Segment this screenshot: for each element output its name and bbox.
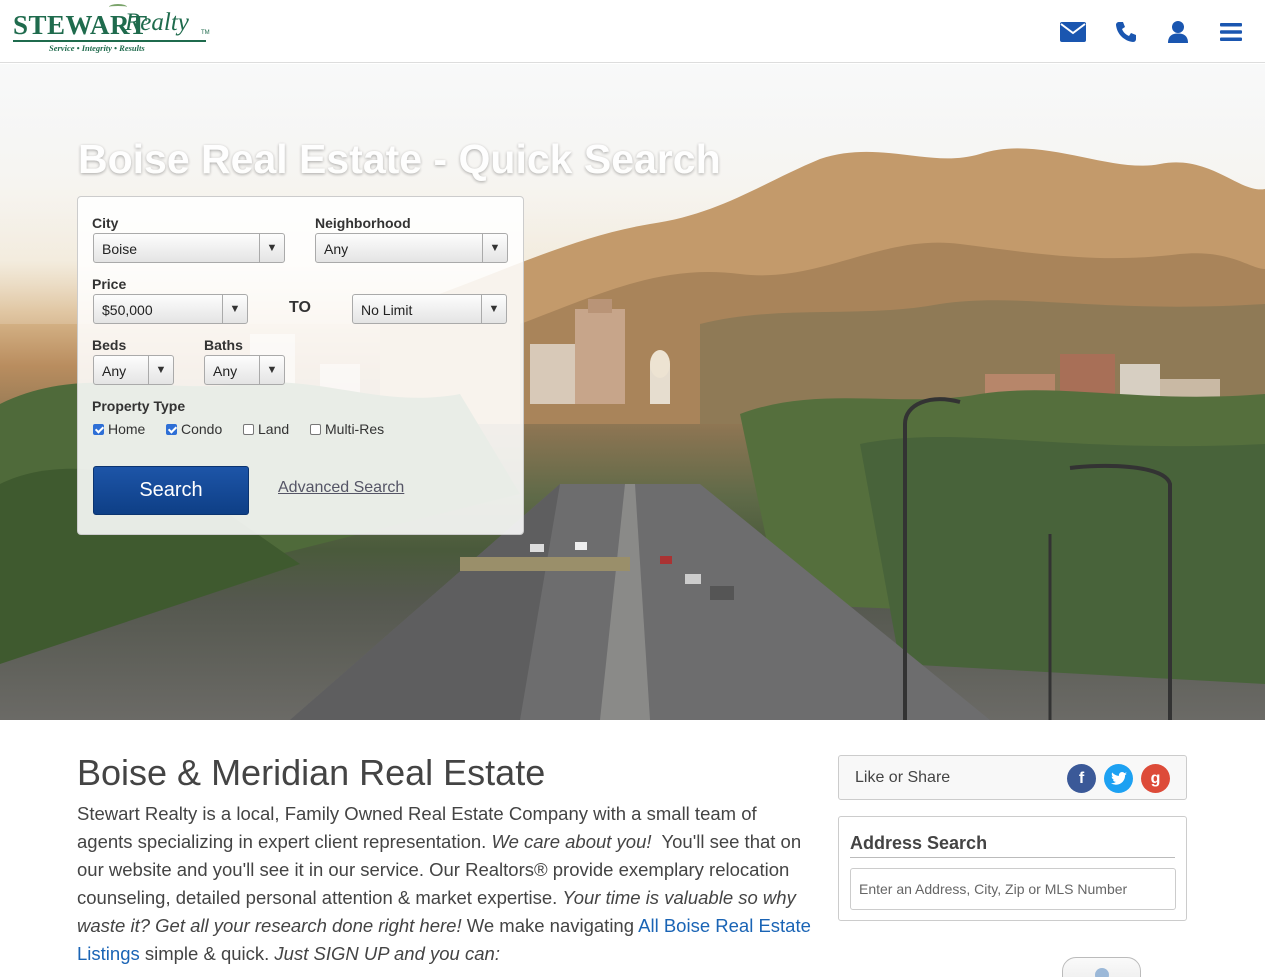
share-label: Like or Share [855,769,951,786]
hero-title: Boise Real Estate - Quick Search [78,136,721,182]
checkbox-unchecked-icon [243,423,254,435]
price-label: Price [92,276,127,292]
checkbox-unchecked-icon [310,423,321,435]
chevron-down-icon: ▼ [482,234,507,262]
page-title: Boise & Meridian Real Estate [77,752,546,793]
envelope-icon[interactable] [1059,18,1087,46]
logo-trademark: TM [201,30,210,36]
chevron-down-icon: ▼ [481,295,506,323]
facebook-icon[interactable]: f [1067,764,1096,793]
price-min-select[interactable]: $50,000 ▼ [93,294,248,324]
city-label: City [92,215,119,231]
neighborhood-select[interactable]: Any ▼ [315,233,508,263]
site-header: STEWART Realty TM Service • Integrity • … [0,0,1265,63]
checkbox-checked-icon [166,423,177,435]
menu-icon[interactable] [1217,18,1245,46]
address-search-input[interactable] [850,868,1176,910]
beds-label: Beds [92,337,127,353]
price-max-select[interactable]: No Limit ▼ [352,294,507,324]
address-search-box: Address Search [838,816,1187,921]
chevron-down-icon: ▼ [259,356,284,384]
baths-select[interactable]: Any ▼ [204,355,285,385]
neighborhood-select-value: Any [324,241,349,257]
type-multi-res-label: Multi-Res [325,421,385,437]
type-condo-label: Condo [181,421,223,437]
type-home-label: Home [108,421,146,437]
type-land-label: Land [258,421,290,437]
price-to-label: TO [289,299,311,316]
google-plus-icon[interactable]: g [1141,764,1170,793]
twitter-icon[interactable] [1104,764,1133,793]
neighborhood-label: Neighborhood [315,215,411,231]
checkbox-checked-icon [93,423,104,435]
city-select-value: Boise [102,241,138,257]
price-max-value: No Limit [361,302,413,318]
type-multi-res-checkbox[interactable]: Multi-Res [310,421,384,437]
stewart-realty-logo[interactable]: STEWART Realty TM Service • Integrity • … [13,4,210,54]
baths-label: Baths [204,337,243,353]
intro-emphasis-3: Just SIGN UP and you can: [274,943,500,964]
type-condo-checkbox[interactable]: Condo [166,421,222,437]
chat-widget-button[interactable] [1062,957,1141,977]
logo-rule [13,40,206,42]
beds-select[interactable]: Any ▼ [93,355,174,385]
divider [850,857,1175,858]
property-type-label: Property Type [92,398,186,414]
beds-select-value: Any [102,363,127,379]
hero-banner: Boise Real Estate - Quick Search City Bo… [0,64,1265,720]
logo-script-word: Realty [125,9,189,36]
city-select[interactable]: Boise ▼ [93,233,285,263]
chevron-down-icon: ▼ [148,356,173,384]
user-icon[interactable] [1164,18,1192,46]
intro-paragraph: Stewart Realty is a local, Family Owned … [77,800,812,968]
like-share-box: Like or Share f g [838,755,1187,800]
intro-text-3: We make navigating [461,915,639,936]
chevron-down-icon: ▼ [222,295,247,323]
type-home-checkbox[interactable]: Home [93,421,145,437]
advanced-search-link[interactable]: Advanced Search [278,479,404,497]
phone-icon[interactable] [1112,18,1140,46]
price-min-value: $50,000 [102,302,153,318]
type-land-checkbox[interactable]: Land [243,421,289,437]
chevron-down-icon: ▼ [259,234,284,262]
intro-text-4: simple & quick. [139,943,275,964]
baths-select-value: Any [213,363,238,379]
search-button[interactable]: Search [93,466,249,515]
quick-search-form: City Boise ▼ Neighborhood Any ▼ Price $5… [77,196,524,535]
chat-avatar-icon [1095,968,1109,977]
logo-tagline: Service • Integrity • Results [49,43,145,53]
address-search-title: Address Search [850,833,988,853]
intro-emphasis-1: We care about you! [491,831,652,852]
